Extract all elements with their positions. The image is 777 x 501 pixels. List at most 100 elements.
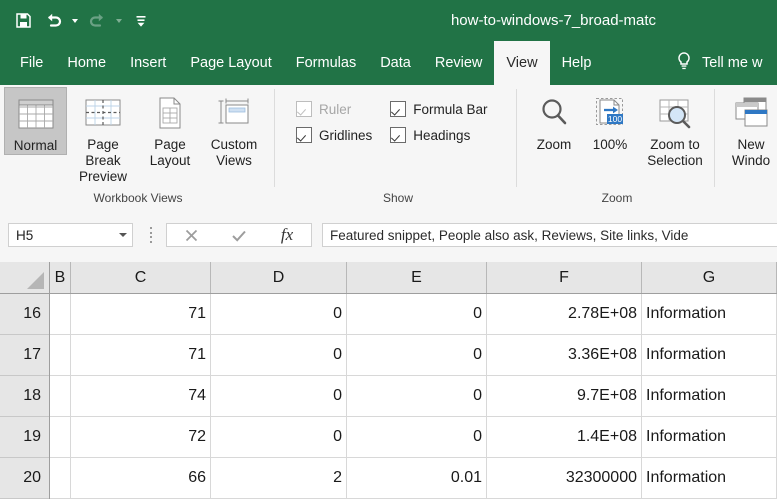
cell-b19[interactable] xyxy=(50,417,71,457)
column-header-b[interactable]: B xyxy=(50,262,71,293)
cancel-button[interactable] xyxy=(167,224,215,246)
cell-f16[interactable]: 2.78E+08 xyxy=(487,294,642,334)
row-header-20[interactable]: 20 xyxy=(0,458,49,499)
table-row: 74 0 0 9.7E+08 Information xyxy=(50,376,777,417)
lightbulb-icon xyxy=(676,51,692,75)
cell-b18[interactable] xyxy=(50,376,71,416)
column-header-g[interactable]: G xyxy=(642,262,777,293)
row-header-16[interactable]: 16 xyxy=(0,294,49,335)
tab-data[interactable]: Data xyxy=(368,41,423,85)
button-new-window-label: New Windo xyxy=(732,137,770,169)
ribbon-group-workbook-views-label: Workbook Views xyxy=(4,191,272,205)
checkbox-ruler-label: Ruler xyxy=(319,102,351,117)
cell-c18[interactable]: 74 xyxy=(71,376,211,416)
page-layout-icon xyxy=(152,91,188,135)
ribbon-group-zoom-label: Zoom xyxy=(522,191,712,205)
column-headers: B C D E F G xyxy=(0,262,777,294)
button-zoom-100-label: 100% xyxy=(593,137,628,153)
button-zoom[interactable]: Zoom xyxy=(526,87,582,153)
table-row: 72 0 0 1.4E+08 Information xyxy=(50,417,777,458)
tab-insert[interactable]: Insert xyxy=(118,41,178,85)
tab-help[interactable]: Help xyxy=(550,41,604,85)
tell-me-label: Tell me w xyxy=(702,55,762,71)
cell-f17[interactable]: 3.36E+08 xyxy=(487,335,642,375)
cell-b17[interactable] xyxy=(50,335,71,375)
custom-views-icon xyxy=(215,91,253,135)
ribbon-group-window: New Windo xyxy=(720,85,777,208)
cell-g19[interactable]: Information xyxy=(642,417,777,457)
cell-e16[interactable]: 0 xyxy=(347,294,487,334)
button-normal-view[interactable]: Normal xyxy=(4,87,67,155)
tab-view[interactable]: View xyxy=(494,41,549,85)
checkmark-icon xyxy=(296,101,312,117)
cell-g16[interactable]: Information xyxy=(642,294,777,334)
tab-file[interactable]: File xyxy=(8,41,55,85)
insert-function-button[interactable]: fx xyxy=(263,224,311,246)
cell-e19[interactable]: 0 xyxy=(347,417,487,457)
cell-b16[interactable] xyxy=(50,294,71,334)
tab-page-layout[interactable]: Page Layout xyxy=(178,41,283,85)
button-page-layout-view-label: Page Layout xyxy=(150,137,191,169)
cell-g18[interactable]: Information xyxy=(642,376,777,416)
button-zoom-100[interactable]: 100 100% xyxy=(582,87,638,153)
button-custom-views-label: Custom Views xyxy=(211,137,258,169)
column-header-e[interactable]: E xyxy=(347,262,487,293)
cell-d17[interactable]: 0 xyxy=(211,335,347,375)
cell-c19[interactable]: 72 xyxy=(71,417,211,457)
column-header-d[interactable]: D xyxy=(211,262,347,293)
select-all-button[interactable] xyxy=(0,262,50,293)
zoom-100-icon: 100 xyxy=(592,91,628,135)
cell-g20[interactable]: Information xyxy=(642,458,777,498)
checkbox-formula-bar-label: Formula Bar xyxy=(413,102,487,117)
formula-bar-row: H5 fx Featured snippet, People also as xyxy=(0,208,777,263)
checkbox-gridlines[interactable]: Gridlines xyxy=(296,127,372,143)
button-page-break-preview[interactable]: Page Break Preview xyxy=(67,87,139,185)
ribbon-group-divider xyxy=(714,89,715,187)
cell-d18[interactable]: 0 xyxy=(211,376,347,416)
cell-f18[interactable]: 9.7E+08 xyxy=(487,376,642,416)
formula-bar-buttons: fx xyxy=(166,223,312,247)
row-headers: 16 17 18 19 20 xyxy=(0,294,50,499)
tell-me-search[interactable]: Tell me w xyxy=(676,41,762,85)
cell-b20[interactable] xyxy=(50,458,71,498)
cell-g17[interactable]: Information xyxy=(642,335,777,375)
tab-review[interactable]: Review xyxy=(423,41,495,85)
row-header-19[interactable]: 19 xyxy=(0,417,49,458)
button-custom-views[interactable]: Custom Views xyxy=(201,87,267,169)
new-window-icon xyxy=(731,91,771,135)
zoom-to-selection-icon xyxy=(656,91,694,135)
name-box-chevron-down-icon[interactable] xyxy=(114,233,132,237)
excel-window: how-to-windows-7_broad-matc File Home In… xyxy=(0,0,777,501)
column-header-c[interactable]: C xyxy=(71,262,211,293)
cell-e18[interactable]: 0 xyxy=(347,376,487,416)
cell-f19[interactable]: 1.4E+08 xyxy=(487,417,642,457)
cell-d16[interactable]: 0 xyxy=(211,294,347,334)
spreadsheet-grid: B C D E F G 16 17 18 19 20 71 0 0 2.78E+… xyxy=(0,262,777,501)
cell-e17[interactable]: 0 xyxy=(347,335,487,375)
row-header-18[interactable]: 18 xyxy=(0,376,49,417)
ribbon-view-tab-content: Normal Page Bre xyxy=(0,85,777,209)
checkbox-ruler[interactable]: Ruler xyxy=(296,101,372,117)
formula-bar-resize-handle[interactable] xyxy=(146,227,156,243)
cell-c20[interactable]: 66 xyxy=(71,458,211,498)
name-box-value: H5 xyxy=(9,228,114,243)
button-zoom-to-selection[interactable]: Zoom to Selection xyxy=(638,87,712,169)
tab-home[interactable]: Home xyxy=(55,41,118,85)
enter-button[interactable] xyxy=(215,224,263,246)
button-new-window[interactable]: New Windo xyxy=(720,87,777,169)
cell-c17[interactable]: 71 xyxy=(71,335,211,375)
ribbon-tab-strip: File Home Insert Page Layout Formulas Da… xyxy=(0,41,777,85)
cell-d20[interactable]: 2 xyxy=(211,458,347,498)
row-header-17[interactable]: 17 xyxy=(0,335,49,376)
formula-input[interactable]: Featured snippet, People also ask, Revie… xyxy=(322,223,777,247)
cell-f20[interactable]: 32300000 xyxy=(487,458,642,498)
cell-c16[interactable]: 71 xyxy=(71,294,211,334)
cell-d19[interactable]: 0 xyxy=(211,417,347,457)
column-header-f[interactable]: F xyxy=(487,262,642,293)
tab-formulas[interactable]: Formulas xyxy=(284,41,368,85)
button-page-layout-view[interactable]: Page Layout xyxy=(139,87,201,169)
checkbox-headings[interactable]: Headings xyxy=(390,127,487,143)
checkbox-formula-bar[interactable]: Formula Bar xyxy=(390,101,487,117)
name-box[interactable]: H5 xyxy=(8,223,133,247)
cell-e20[interactable]: 0.01 xyxy=(347,458,487,498)
